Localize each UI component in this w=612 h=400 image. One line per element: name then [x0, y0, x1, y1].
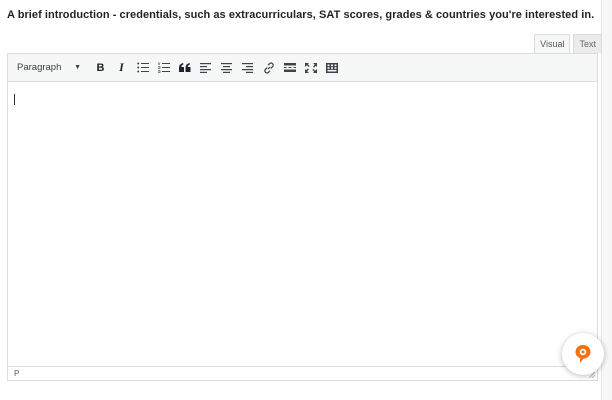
align-left-button[interactable] [196, 58, 216, 78]
bulleted-list-icon [136, 62, 149, 73]
format-select[interactable]: Paragraph ▼ [12, 59, 86, 77]
italic-icon: I [119, 60, 124, 74]
toolbar-toggle-button[interactable] [322, 58, 342, 78]
chat-assistant-icon [575, 345, 591, 363]
toolbar-toggle-icon [325, 62, 338, 73]
insert-link-icon [263, 61, 274, 74]
align-right-button[interactable] [238, 58, 258, 78]
text-caret [14, 94, 15, 105]
editor-content-area[interactable] [8, 82, 597, 366]
status-path-element[interactable]: P [14, 369, 19, 378]
bold-button[interactable]: B [91, 58, 111, 78]
insert-link-button[interactable] [259, 58, 279, 78]
field-prompt: A brief introduction - credentials, such… [7, 9, 595, 21]
blockquote-icon [178, 63, 190, 72]
italic-button[interactable]: I [112, 58, 132, 78]
numbered-list-icon [157, 62, 170, 73]
tab-visual[interactable]: Visual [534, 34, 571, 53]
rich-text-editor: Paragraph ▼ B I P [7, 53, 598, 381]
align-center-icon [221, 62, 232, 73]
bulleted-list-button[interactable] [133, 58, 153, 78]
align-left-icon [200, 62, 211, 73]
fullscreen-button[interactable] [301, 58, 321, 78]
chevron-down-icon: ▼ [74, 64, 81, 71]
read-more-button[interactable] [280, 58, 300, 78]
align-right-icon [242, 62, 253, 73]
tab-text[interactable]: Text [573, 34, 602, 53]
fullscreen-icon [304, 62, 317, 73]
editor-mode-tabs: Visual Text [531, 34, 602, 53]
help-chat-button[interactable] [562, 333, 604, 375]
numbered-list-button[interactable] [154, 58, 174, 78]
format-select-value: Paragraph [17, 62, 62, 73]
page-scroll-edge [601, 0, 612, 400]
editor-status-path: P [8, 366, 597, 380]
bold-icon: B [96, 61, 105, 74]
blockquote-button[interactable] [175, 58, 195, 78]
editor-toolbar: Paragraph ▼ B I [8, 54, 597, 82]
read-more-icon [283, 63, 296, 72]
align-center-button[interactable] [217, 58, 237, 78]
